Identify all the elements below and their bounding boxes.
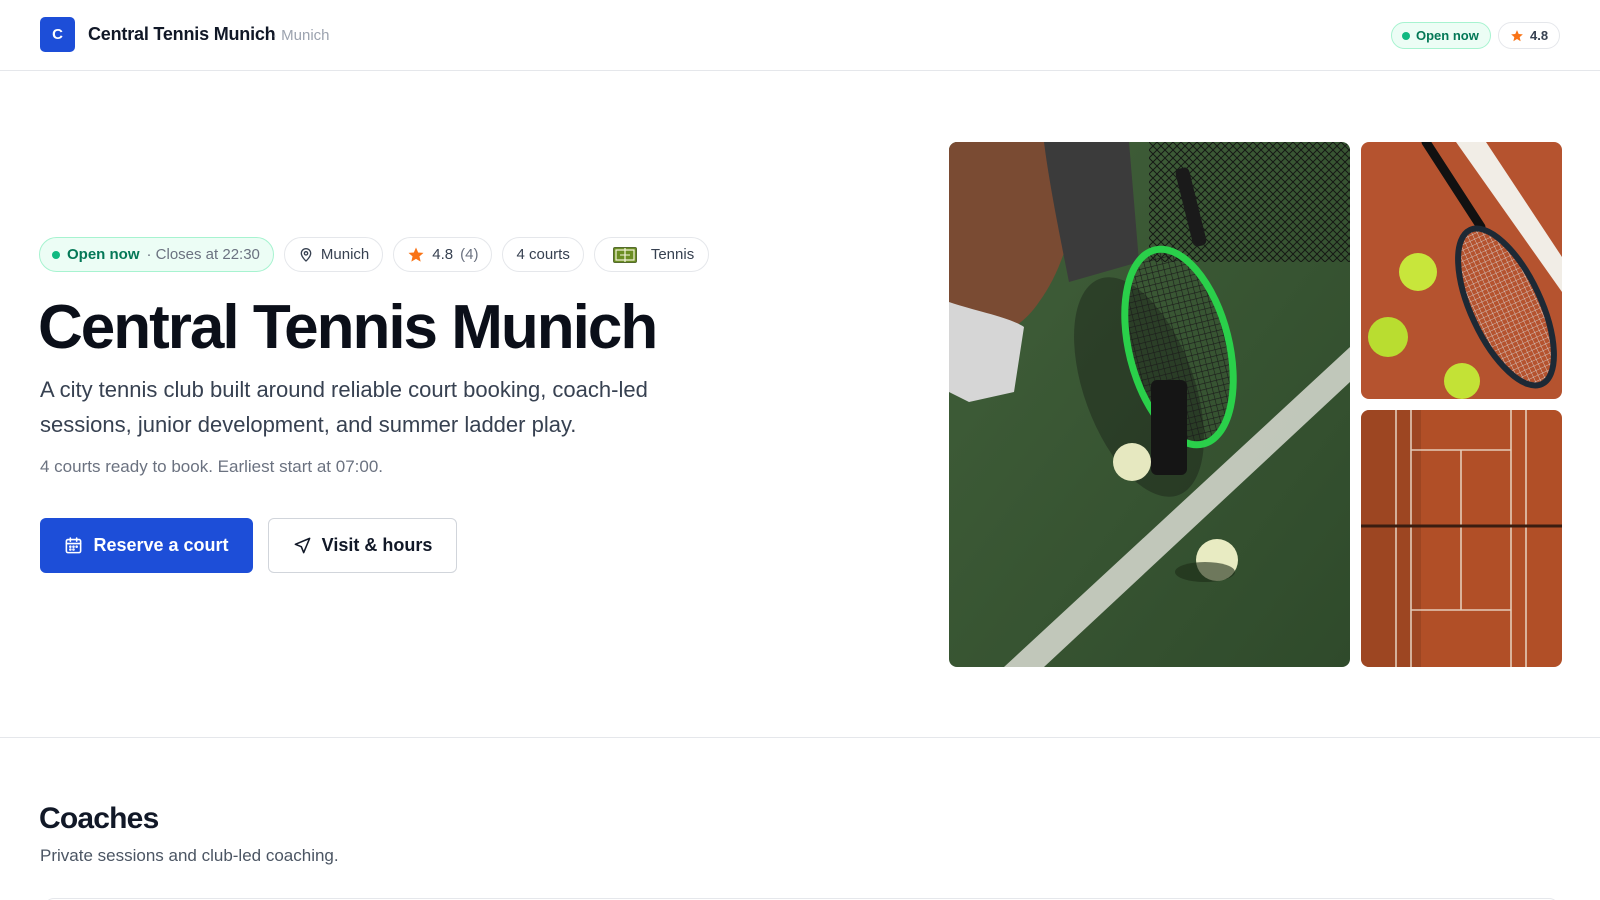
rating-value: 4.8 <box>432 246 454 263</box>
courts-pill: 4 courts <box>502 237 584 272</box>
navigation-arrow-icon <box>294 537 311 554</box>
open-status-pill: Open now · Closes at 22:30 <box>39 237 274 272</box>
brand-name[interactable]: Central Tennis Munich <box>88 24 276 45</box>
sport-label: Tennis <box>650 246 695 263</box>
status-dot-icon <box>52 250 60 259</box>
rating-value: 4.8 <box>1530 28 1549 43</box>
club-description: A city tennis club built around reliable… <box>40 377 648 437</box>
top-bar: C Central Tennis Munich · Munich Open no… <box>0 0 1600 71</box>
gallery-photo-bottom[interactable] <box>1361 410 1562 667</box>
coaches-heading: Coaches <box>39 802 159 835</box>
star-icon <box>408 247 424 262</box>
rating-pill[interactable]: 4.8 (4) <box>393 237 493 272</box>
open-status-badge: Open now <box>1391 22 1491 49</box>
location-pill[interactable]: Munich <box>283 237 384 272</box>
open-label: Open now <box>67 246 140 263</box>
location-label: Munich <box>320 246 370 263</box>
visit-hours-label: Visit & hours <box>321 535 433 555</box>
hero-info-pills: Open now · Closes at 22:30 Munich 4.8 (4… <box>39 237 710 272</box>
visit-hours-button[interactable]: Visit & hours <box>268 518 457 573</box>
racket-balls-clay-photo <box>1361 142 1562 399</box>
tennis-player-racket-photo <box>949 142 1350 667</box>
page-title: Central Tennis Munich <box>38 293 658 362</box>
gallery-photo-main[interactable] <box>949 142 1350 667</box>
star-icon <box>1511 29 1523 41</box>
status-dot-icon <box>1402 31 1410 40</box>
courts-count: 4 courts <box>516 246 570 263</box>
rating-count: (4) <box>460 246 479 263</box>
tennis-court-icon <box>612 246 637 263</box>
section-divider <box>0 737 1600 738</box>
sport-pill: Tennis <box>593 237 710 272</box>
club-logo[interactable]: C <box>40 17 75 52</box>
calendar-icon <box>66 537 82 554</box>
coaches-subtitle: Private sessions and club-led coaching. <box>40 846 339 865</box>
gallery-photo-top[interactable] <box>1361 142 1562 399</box>
closing-time: · Closes at 22:30 <box>146 246 260 263</box>
reserve-court-button[interactable]: Reserve a court <box>40 518 253 573</box>
reserve-court-label: Reserve a court <box>93 535 229 555</box>
clay-court-aerial-photo <box>1361 410 1562 667</box>
brand-city: · Munich <box>272 27 330 44</box>
open-status-label: Open now <box>1416 28 1479 43</box>
rating-badge: 4.8 <box>1498 22 1561 49</box>
map-pin-icon <box>300 247 312 262</box>
availability-note: 4 courts ready to book. Earliest start a… <box>40 457 384 476</box>
